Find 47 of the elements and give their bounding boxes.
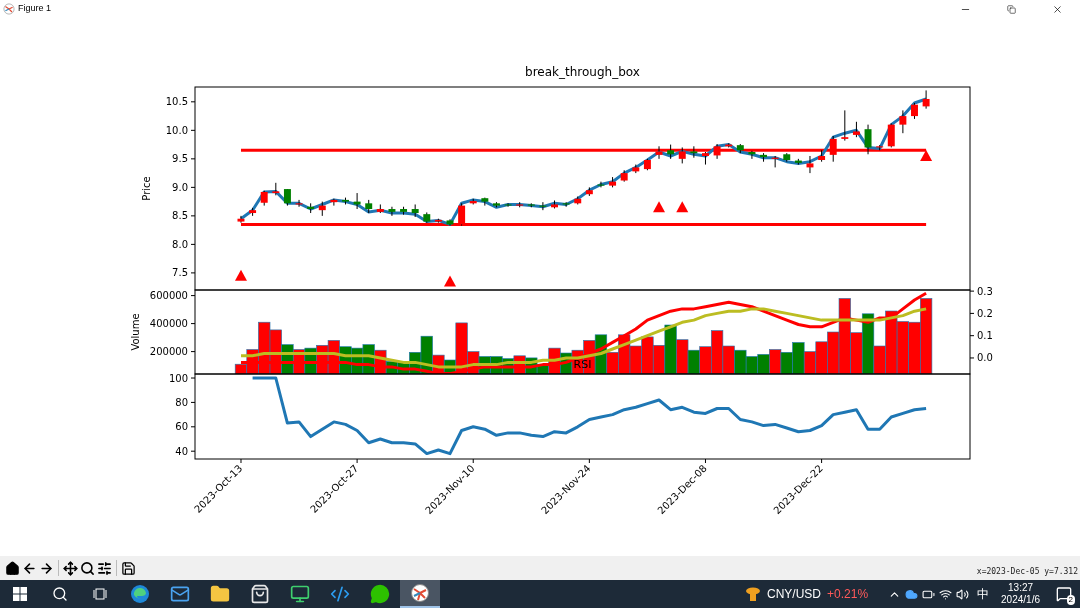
axis-label: Price [141,176,152,201]
axis-tick: 8.0 [172,238,196,250]
y-tick-label: 10.0 [165,124,188,136]
window-title: Figure 1 [18,2,52,16]
y-tick-label: 8.0 [172,238,188,250]
y-tick-label: 400000 [149,318,188,330]
clock-date[interactable]: 2024/1/6 [1001,594,1040,606]
axis-tick: 400000 [149,318,196,330]
figure-title: break_through_box [525,65,640,79]
y-tick-label: 9.5 [172,153,188,165]
y-tick-label: 80 [175,396,188,408]
axis-tick: 7.5 [172,267,196,279]
axis-tick: 10.5 [165,96,196,108]
axis-tick: 80 [175,396,196,408]
input-method-indicator[interactable]: 中 [977,585,990,603]
y-tick-label: 40 [175,445,188,457]
y-tick-label: 0.3 [977,285,993,297]
axis-tick: 60 [175,421,196,433]
axis-tick: 0.2 [969,307,993,319]
y-tick-label: 0.1 [977,330,993,342]
y-tick-label: 7.5 [172,267,188,279]
axis-tick: 0.0 [969,352,993,364]
y-tick-label: 0.0 [977,352,993,364]
axis-tick: 8.5 [172,210,196,222]
coordinates-readout: x=2023-Dec-05 y=7.312 [976,566,1078,578]
clock-time[interactable]: 13:27 [1008,582,1034,594]
axis-tick: 9.5 [172,153,196,165]
axis-tick: 10.0 [165,124,196,136]
y-tick-label: 0.2 [977,307,993,319]
axis-tick: 0.3 [969,285,993,297]
notification-count: 2 [1066,595,1075,605]
y-tick-label: 100 [168,372,188,384]
axis-tick: 9.0 [172,181,196,193]
y-tick-label: 200000 [149,346,188,358]
y-tick-label: 60 [175,421,188,433]
ticker-symbol: CNY/USD [767,586,821,603]
axis-tick: 40 [175,445,196,457]
y-tick-label: 600000 [149,290,188,302]
ticker-change: +0.21% [827,586,869,603]
y-tick-label: 10.5 [165,96,188,108]
axis-label: Volume [130,313,141,351]
axis-tick: 0.1 [969,330,993,342]
axis-tick: 200000 [149,346,196,358]
y-tick-label: 9.0 [172,181,188,193]
axis-tick: 100 [168,372,196,384]
axis-tick: 600000 [149,290,196,302]
y-tick-label: 8.5 [172,210,188,222]
